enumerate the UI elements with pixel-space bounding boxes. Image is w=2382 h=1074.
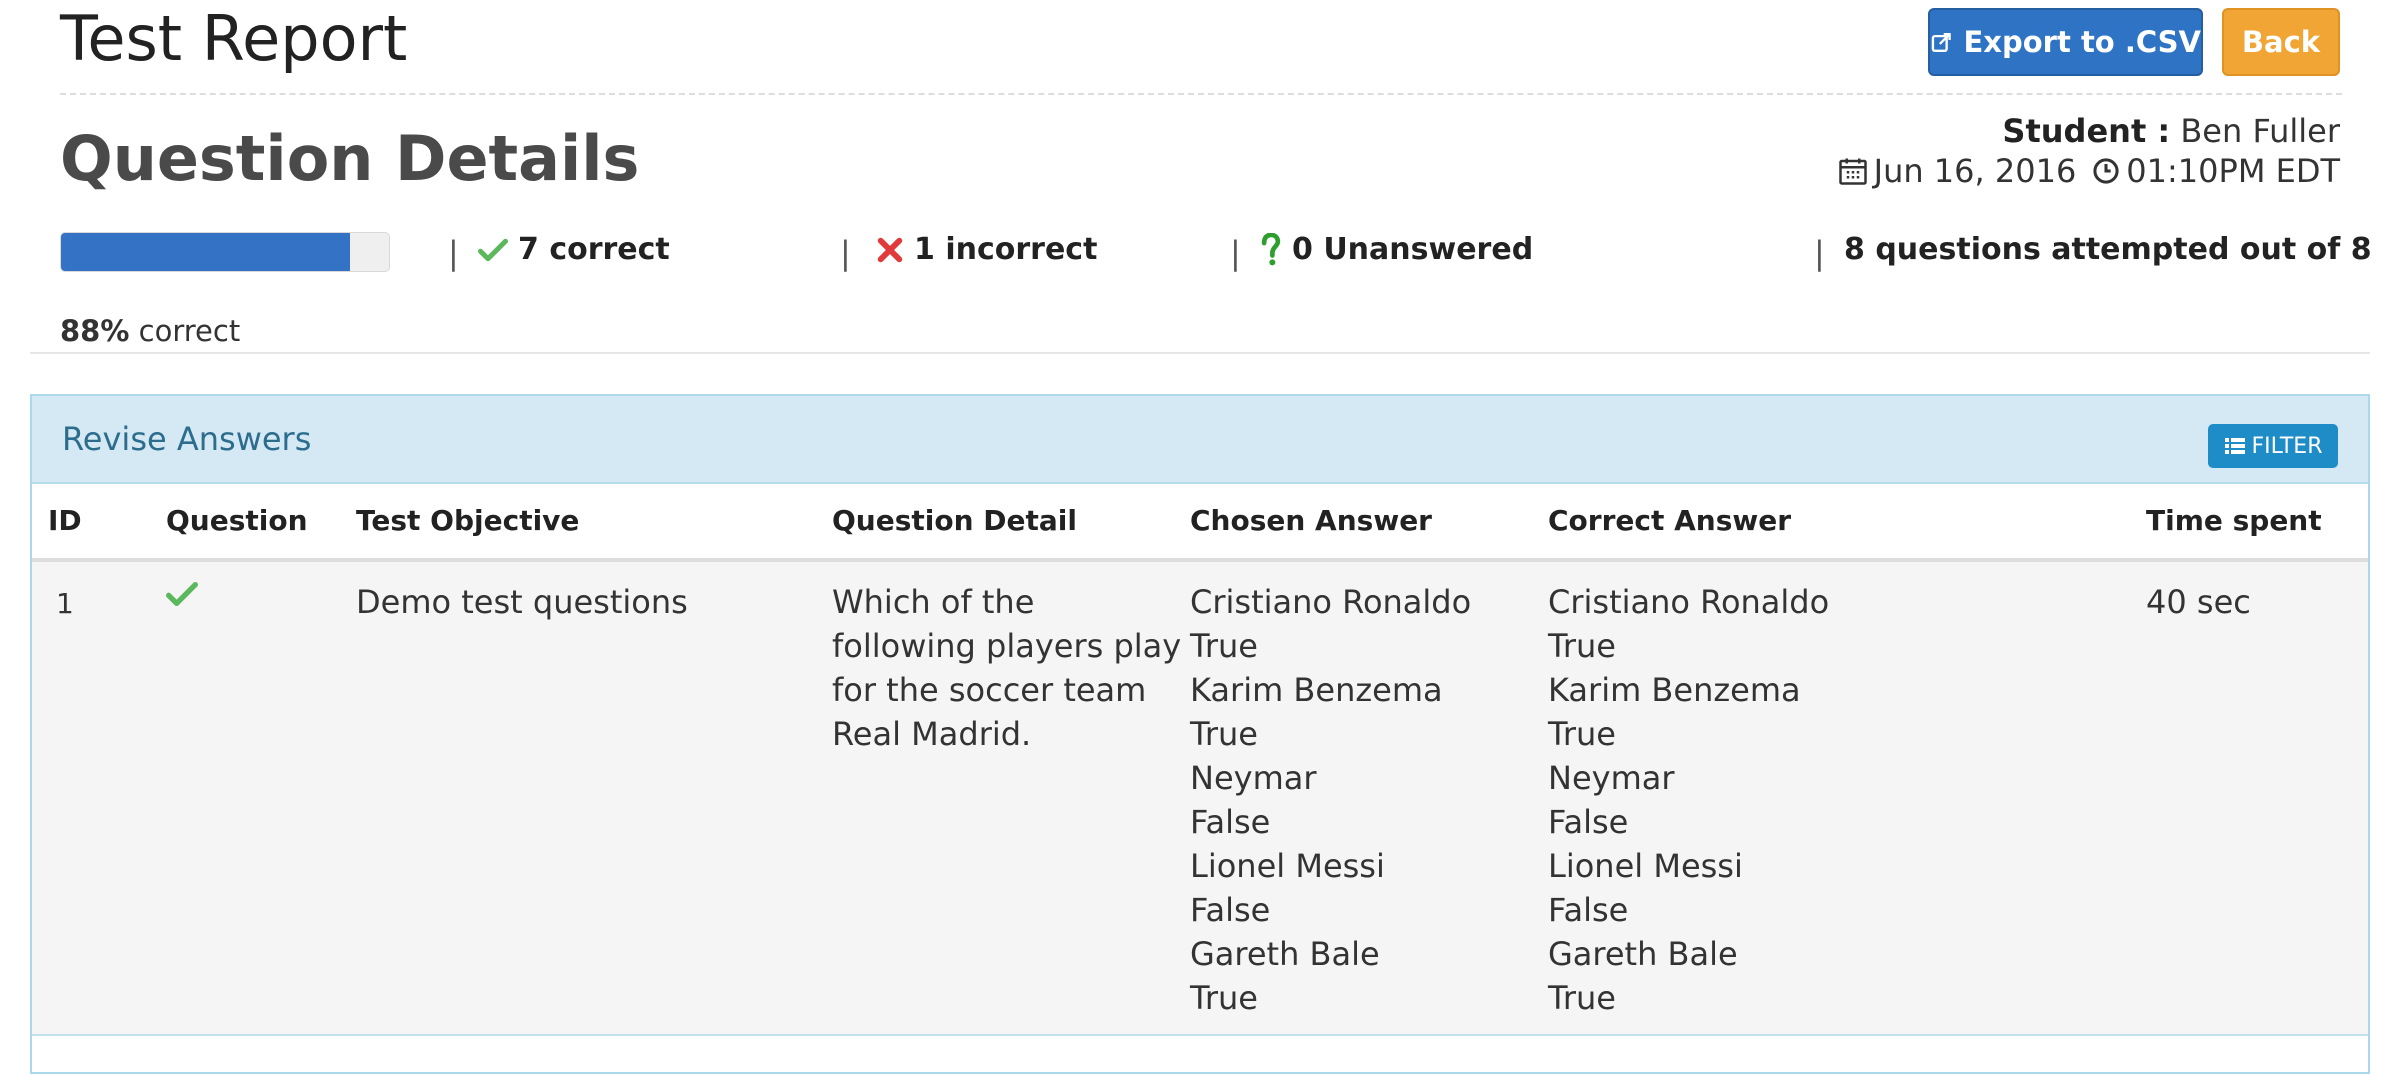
percent-suffix: correct bbox=[138, 314, 241, 348]
test-date: Jun 16, 2016 bbox=[1873, 152, 2077, 190]
test-datetime: Jun 16, 2016 01:10PM EDT bbox=[1838, 152, 2340, 190]
incorrect-count-label: 1 incorrect bbox=[914, 232, 1098, 267]
correct-answer-line: Neymar bbox=[1548, 759, 1675, 797]
cell-correct-answer: Cristiano Ronaldo True Karim Benzema Tru… bbox=[1548, 580, 1829, 1020]
back-button[interactable]: Back bbox=[2222, 8, 2340, 76]
list-icon bbox=[2224, 438, 2245, 454]
incorrect-count: 1 incorrect bbox=[876, 232, 1097, 267]
correct-answer-line: False bbox=[1548, 891, 1629, 929]
question-detail-line: for the soccer team bbox=[832, 671, 1147, 709]
attempted-count: 8 questions attempted out of 8 bbox=[1844, 232, 2372, 267]
correct-count: 7 correct bbox=[478, 232, 670, 267]
unanswered-count-label: 0 Unanswered bbox=[1292, 232, 1534, 267]
chosen-answer-line: True bbox=[1190, 715, 1258, 753]
score-progress-fill bbox=[61, 233, 350, 271]
chosen-answer-line: Neymar bbox=[1190, 759, 1317, 797]
column-header-question: Question bbox=[166, 504, 308, 537]
cell-question-status bbox=[166, 580, 198, 612]
question-detail-line: Which of the bbox=[832, 583, 1035, 621]
score-progress-bar bbox=[60, 232, 390, 272]
correct-answer-line: True bbox=[1548, 979, 1616, 1017]
page-title: Test Report bbox=[60, 2, 408, 75]
column-header-question-detail: Question Detail bbox=[832, 504, 1077, 537]
clock-icon bbox=[2093, 158, 2119, 184]
test-time: 01:10PM EDT bbox=[2126, 152, 2340, 190]
cell-chosen-answer: Cristiano Ronaldo True Karim Benzema Tru… bbox=[1190, 580, 1471, 1020]
student-label: Student : bbox=[2002, 112, 2171, 150]
chosen-answer-line: Cristiano Ronaldo bbox=[1190, 583, 1472, 621]
correct-count-label: 7 correct bbox=[518, 232, 670, 267]
chosen-answer-line: False bbox=[1190, 891, 1271, 929]
panel-header bbox=[32, 396, 2368, 484]
panel-title: Revise Answers bbox=[62, 420, 312, 458]
check-icon bbox=[166, 582, 198, 606]
percent-value: 88% bbox=[60, 314, 130, 348]
header-divider bbox=[60, 93, 2342, 95]
export-csv-button[interactable]: Export to .CSV bbox=[1928, 8, 2203, 76]
cell-time-spent: 40 sec bbox=[2146, 583, 2251, 621]
chosen-answer-line: Lionel Messi bbox=[1190, 847, 1385, 885]
share-icon bbox=[1931, 32, 1951, 52]
question-detail-line: following players play bbox=[832, 627, 1182, 665]
student-info: Student : Ben Fuller bbox=[2002, 112, 2340, 150]
correct-answer-line: True bbox=[1548, 715, 1616, 753]
summary-divider bbox=[30, 352, 2370, 354]
chosen-answer-line: True bbox=[1190, 627, 1258, 665]
question-mark-icon bbox=[1261, 232, 1281, 265]
stat-separator: | bbox=[448, 234, 459, 272]
check-icon bbox=[478, 238, 508, 261]
column-header-chosen-answer: Chosen Answer bbox=[1190, 504, 1432, 537]
chosen-answer-line: Gareth Bale bbox=[1190, 935, 1380, 973]
filter-label: FILTER bbox=[2251, 433, 2323, 459]
cell-test-objective: Demo test questions bbox=[356, 583, 688, 621]
unanswered-count: 0 Unanswered bbox=[1260, 232, 1533, 267]
stat-separator: | bbox=[1814, 234, 1825, 272]
cell-id: 1 bbox=[56, 587, 74, 620]
cell-question-detail: Which of the following players play for … bbox=[832, 580, 1181, 756]
correct-answer-line: Gareth Bale bbox=[1548, 935, 1738, 973]
calendar-icon bbox=[1838, 158, 1867, 185]
cross-icon bbox=[877, 237, 903, 262]
row-divider bbox=[32, 1034, 2368, 1036]
correct-answer-line: False bbox=[1548, 803, 1629, 841]
export-csv-label: Export to .CSV bbox=[1963, 25, 2201, 59]
correct-answer-line: Karim Benzema bbox=[1548, 671, 1801, 709]
column-header-time-spent: Time spent bbox=[2146, 504, 2322, 537]
correct-answer-line: Lionel Messi bbox=[1548, 847, 1743, 885]
percent-correct: 88% correct bbox=[60, 314, 240, 348]
question-detail-line: Real Madrid. bbox=[832, 715, 1032, 753]
chosen-answer-line: False bbox=[1190, 803, 1271, 841]
correct-answer-line: True bbox=[1548, 627, 1616, 665]
chosen-answer-line: True bbox=[1190, 979, 1258, 1017]
chosen-answer-line: Karim Benzema bbox=[1190, 671, 1443, 709]
column-header-correct-answer: Correct Answer bbox=[1548, 504, 1792, 537]
stat-separator: | bbox=[840, 234, 851, 272]
filter-button[interactable]: FILTER bbox=[2208, 424, 2338, 468]
column-header-objective: Test Objective bbox=[356, 504, 580, 537]
section-title: Question Details bbox=[60, 122, 640, 195]
column-header-id: ID bbox=[48, 504, 82, 537]
student-name: Ben Fuller bbox=[2180, 112, 2340, 150]
correct-answer-line: Cristiano Ronaldo bbox=[1548, 583, 1830, 621]
stat-separator: | bbox=[1230, 234, 1241, 272]
